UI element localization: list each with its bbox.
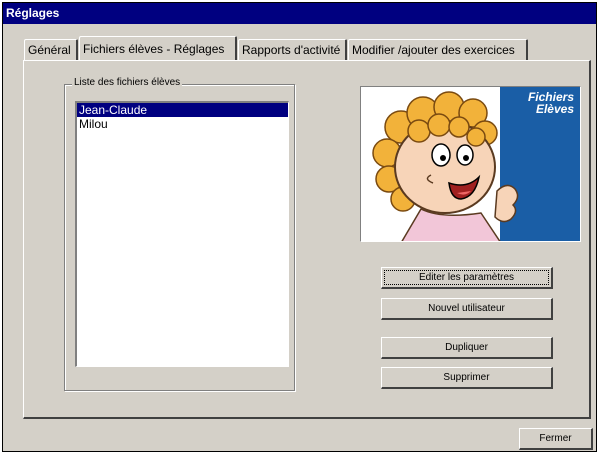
delete-button-label: Supprimer (443, 372, 490, 383)
girl-illustration-icon (372, 91, 519, 241)
duplicate-button[interactable]: Dupliquer (381, 337, 553, 359)
close-button[interactable]: Fermer (519, 428, 593, 450)
tab-general[interactable]: Général (24, 39, 78, 60)
window-titlebar[interactable]: Réglages (3, 3, 596, 24)
duplicate-button-label: Dupliquer (445, 342, 488, 353)
settings-window: Réglages Général Fichiers élèves - Régla… (2, 2, 597, 452)
list-item[interactable]: Jean-Claude (77, 103, 288, 117)
student-files-group-label: Liste des fichiers élèves (72, 77, 183, 88)
tab-activity-reports[interactable]: Rapports d'activité (238, 39, 347, 60)
tab-general-label: Général (28, 43, 71, 57)
tab-activity-reports-label: Rapports d'activité (242, 43, 341, 57)
window-title: Réglages (6, 6, 60, 20)
edit-settings-button[interactable]: Editer les paramètres (381, 267, 553, 289)
student-files-group: Liste des fichiers élèves Jean-Claude Mi… (64, 77, 295, 391)
new-user-button-label: Nouvel utilisateur (428, 303, 505, 314)
student-files-list[interactable]: Jean-Claude Milou (75, 101, 289, 367)
delete-button[interactable]: Supprimer (381, 367, 553, 389)
tab-student-files[interactable]: Fichiers élèves - Réglages (79, 36, 237, 60)
close-button-label: Fermer (539, 433, 572, 444)
tab-edit-exercises[interactable]: Modifier /ajouter des exercices (348, 39, 528, 60)
list-item[interactable]: Milou (77, 117, 288, 131)
new-user-button[interactable]: Nouvel utilisateur (381, 298, 553, 320)
tab-panel: Liste des fichiers élèves Jean-Claude Mi… (23, 60, 591, 419)
tab-edit-exercises-label: Modifier /ajouter des exercices (352, 43, 515, 57)
student-files-illustration: Fichiers Elèves (360, 86, 581, 242)
edit-settings-button-label: Editer les paramètres (418, 272, 515, 283)
tab-student-files-label: Fichiers élèves - Réglages (83, 42, 225, 56)
